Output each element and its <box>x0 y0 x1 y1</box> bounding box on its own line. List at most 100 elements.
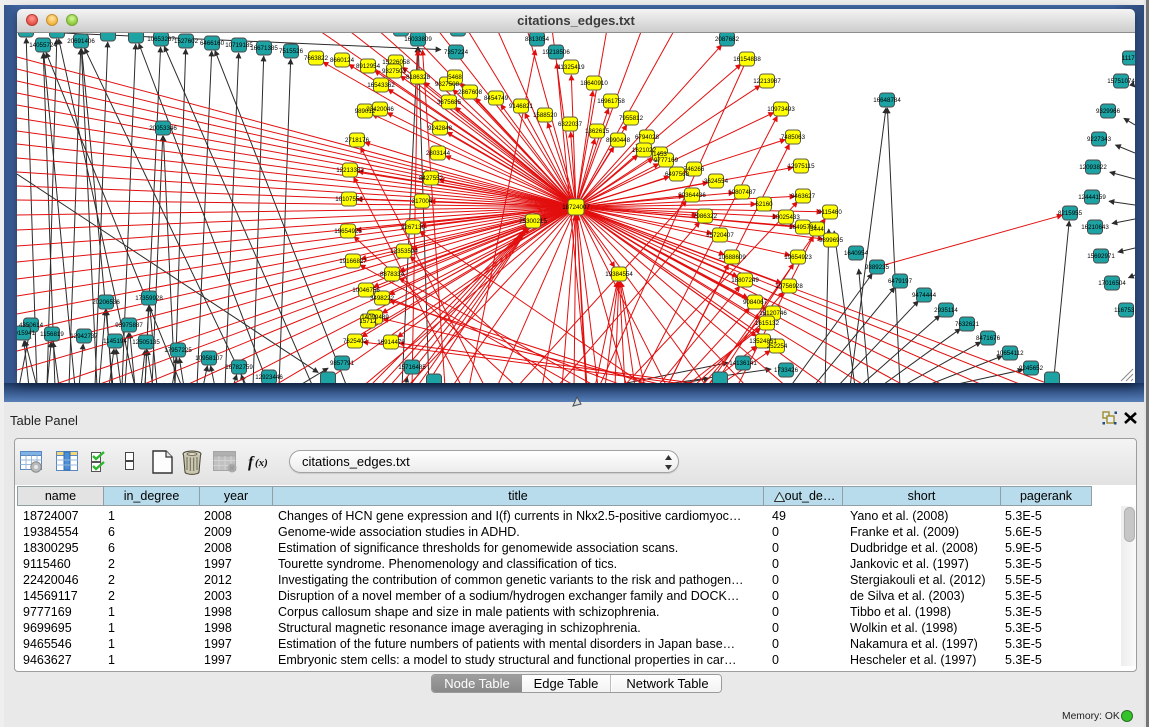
svg-text:17957225: 17957225 <box>164 347 192 354</box>
svg-text:7357224: 7357224 <box>444 49 469 56</box>
svg-text:2087682: 2087682 <box>715 36 740 43</box>
svg-text:8471676: 8471676 <box>976 335 1001 342</box>
svg-text:10958107: 10958107 <box>195 355 223 362</box>
svg-text:16914479: 16914479 <box>377 339 405 346</box>
svg-text:9329966: 9329966 <box>1096 108 1121 115</box>
svg-text:3267130: 3267130 <box>401 224 426 231</box>
svg-text:16210643: 16210643 <box>1081 224 1109 231</box>
svg-text:15712: 15712 <box>359 318 377 325</box>
svg-text:16961758: 16961758 <box>597 98 625 105</box>
svg-text:8215955: 8215955 <box>1058 210 1083 217</box>
svg-text:12923446: 12923446 <box>255 374 283 381</box>
svg-text:19166827: 19166827 <box>339 258 367 265</box>
svg-text:f: f <box>248 454 255 471</box>
svg-text:1615132: 1615132 <box>755 320 780 327</box>
svg-text:16120746: 16120746 <box>759 310 787 317</box>
svg-text:15226058: 15226058 <box>382 59 410 66</box>
svg-text:16154838: 16154838 <box>733 56 761 63</box>
svg-text:8660124: 8660124 <box>330 57 355 64</box>
svg-text:19756928: 19756928 <box>775 283 803 290</box>
svg-text:4350614: 4350614 <box>19 322 44 329</box>
svg-text:12353594: 12353594 <box>390 248 418 255</box>
svg-text:10719185: 10719185 <box>225 42 253 49</box>
svg-text:16543362: 16543362 <box>367 82 395 89</box>
svg-text:12444159: 12444159 <box>1078 194 1106 201</box>
svg-text:6322037: 6322037 <box>558 121 583 128</box>
svg-text:(x): (x) <box>255 457 268 469</box>
svg-text:11173: 11173 <box>1122 55 1135 62</box>
svg-text:1733426: 1733426 <box>774 367 799 374</box>
svg-text:7663822: 7663822 <box>304 55 329 62</box>
svg-text:10688609: 10688609 <box>718 254 746 261</box>
svg-text:18640910: 18640910 <box>580 80 608 87</box>
svg-text:1145194: 1145194 <box>103 338 127 345</box>
svg-text:15716485: 15716485 <box>398 364 426 371</box>
svg-text:10046756: 10046756 <box>352 287 380 294</box>
svg-text:9084067: 9084067 <box>743 299 768 306</box>
svg-text:317004: 317004 <box>412 198 433 205</box>
svg-text:12975115: 12975115 <box>787 163 815 170</box>
svg-text:8912954: 8912954 <box>356 63 381 70</box>
svg-text:10807487: 10807487 <box>728 189 756 196</box>
svg-text:8186328: 8186328 <box>406 74 431 81</box>
svg-text:9474444: 9474444 <box>912 292 937 299</box>
svg-text:252254: 252254 <box>767 343 788 350</box>
svg-text:20053346: 20053346 <box>149 125 177 132</box>
svg-text:25300215: 25300215 <box>519 218 547 225</box>
svg-text:9227343: 9227343 <box>1087 136 1112 143</box>
svg-text:7485063: 7485063 <box>781 134 806 141</box>
svg-text:9389235: 9389235 <box>865 264 890 271</box>
svg-text:8878334: 8878334 <box>380 271 405 278</box>
svg-text:16671385: 16671385 <box>250 45 278 52</box>
svg-text:6794028: 6794028 <box>635 134 660 141</box>
svg-text:6466160: 6466160 <box>200 40 225 47</box>
svg-text:8813054: 8813054 <box>525 36 550 43</box>
svg-text:1362615: 1362615 <box>585 128 610 135</box>
svg-text:15692971: 15692971 <box>1087 253 1115 260</box>
svg-text:9463627: 9463627 <box>791 193 816 200</box>
svg-text:7632621: 7632621 <box>955 321 980 328</box>
svg-text:10654112: 10654112 <box>996 350 1024 357</box>
svg-text:5468: 5468 <box>448 74 462 81</box>
svg-text:19218506: 19218506 <box>542 49 570 56</box>
svg-text:12213987: 12213987 <box>753 78 781 85</box>
svg-text:746266: 746266 <box>684 166 705 173</box>
svg-text:16648784: 16648784 <box>873 97 901 104</box>
svg-text:16782759: 16782759 <box>225 364 253 371</box>
svg-text:15720407: 15720407 <box>706 232 734 239</box>
svg-text:9115460: 9115460 <box>818 209 842 216</box>
svg-text:20364436: 20364436 <box>678 192 706 199</box>
svg-text:2935114: 2935114 <box>934 307 958 314</box>
svg-text:11325419: 11325419 <box>557 64 585 71</box>
svg-text:12093822: 12093822 <box>1079 164 1107 171</box>
svg-text:9899695: 9899695 <box>819 237 844 244</box>
svg-text:14136141: 14136141 <box>729 360 757 367</box>
svg-text:2718176: 2718176 <box>345 137 370 144</box>
svg-text:9242848: 9242848 <box>428 125 453 132</box>
svg-text:7955812: 7955812 <box>619 115 644 122</box>
svg-text:12942737: 12942737 <box>70 333 98 340</box>
svg-text:62160: 62160 <box>755 201 773 208</box>
svg-text:20691406: 20691406 <box>67 38 95 45</box>
svg-text:16033809: 16033809 <box>404 36 432 43</box>
svg-text:1588520: 1588520 <box>533 112 558 119</box>
svg-text:7625402: 7625402 <box>343 338 368 345</box>
svg-text:1167531: 1167531 <box>1114 307 1135 314</box>
svg-text:9327503: 9327503 <box>382 68 407 75</box>
svg-text:18724007: 18724007 <box>562 204 590 211</box>
svg-text:1640954: 1640954 <box>844 250 869 257</box>
svg-text:14055724: 14055724 <box>29 42 57 49</box>
svg-text:9857791: 9857791 <box>330 360 355 367</box>
svg-text:989012: 989012 <box>355 108 376 115</box>
svg-text:19654923: 19654923 <box>784 254 812 261</box>
svg-text:8990448: 8990448 <box>606 137 631 144</box>
svg-text:12213383: 12213383 <box>336 167 364 174</box>
svg-text:93975887: 93975887 <box>115 322 143 329</box>
svg-text:1527602: 1527602 <box>174 38 199 45</box>
svg-text:20206536: 20206536 <box>92 299 120 306</box>
svg-text:8427552: 8427552 <box>419 175 444 182</box>
svg-text:2867608: 2867608 <box>458 89 483 96</box>
svg-text:7515526: 7515526 <box>279 48 304 55</box>
svg-text:18807249: 18807249 <box>731 277 759 284</box>
svg-text:10107553: 10107553 <box>335 196 363 203</box>
